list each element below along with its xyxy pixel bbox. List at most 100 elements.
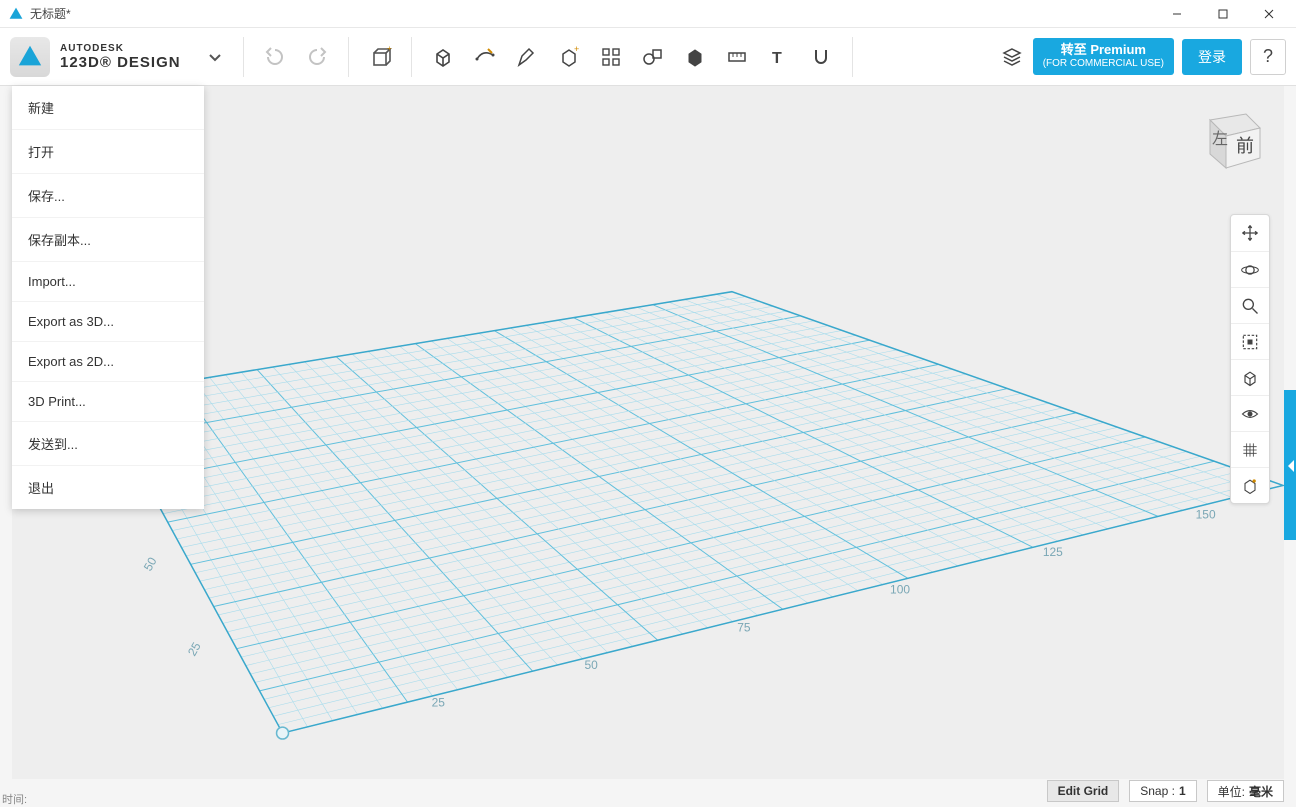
snap-object-icon xyxy=(1240,476,1260,496)
snap-toggle-button[interactable] xyxy=(1231,467,1269,503)
brand-bottom: 123D® DESIGN xyxy=(60,54,181,71)
menu-item-open[interactable]: 打开 xyxy=(12,130,204,174)
svg-text:150: 150 xyxy=(1196,507,1216,521)
svg-text:25: 25 xyxy=(185,640,204,659)
redo-button xyxy=(296,36,338,78)
snap-box[interactable]: Snap : 1 xyxy=(1129,780,1196,802)
materials-button[interactable] xyxy=(991,36,1033,78)
premium-line1: 转至 Premium xyxy=(1043,42,1164,58)
minimize-button[interactable] xyxy=(1154,0,1200,28)
menu-item-export2d[interactable]: Export as 2D... xyxy=(12,342,204,382)
status-bar: Edit Grid Snap : 1 单位: 毫米 xyxy=(12,779,1284,803)
fit-icon xyxy=(1240,332,1260,352)
eye-icon xyxy=(1240,404,1260,424)
svg-text:T: T xyxy=(772,50,782,67)
edit-grid-button[interactable]: Edit Grid xyxy=(1047,780,1120,802)
pan-icon xyxy=(1240,223,1260,243)
sketch-button[interactable] xyxy=(464,36,506,78)
units-label: 单位: xyxy=(1218,783,1245,800)
menu-item-3dprint[interactable]: 3D Print... xyxy=(12,382,204,422)
primitives-button[interactable] xyxy=(422,36,464,78)
svg-text:25: 25 xyxy=(432,696,446,710)
layers-icon xyxy=(1000,45,1024,69)
svg-text:100: 100 xyxy=(890,583,910,597)
construct-button[interactable] xyxy=(506,36,548,78)
logo-icon xyxy=(10,37,50,77)
svg-text:125: 125 xyxy=(1043,545,1063,559)
cube-home-icon xyxy=(1240,368,1260,388)
units-box[interactable]: 单位: 毫米 xyxy=(1207,780,1284,802)
svg-text:50: 50 xyxy=(141,554,160,573)
premium-line2: (FOR COMMERCIAL USE) xyxy=(1043,58,1164,71)
visibility-button[interactable] xyxy=(1231,395,1269,431)
undo-icon xyxy=(263,45,287,69)
footer-note: 时间: xyxy=(2,791,27,807)
brand-top: AUTODESK xyxy=(60,43,181,54)
primitive-icon: + xyxy=(368,45,392,69)
close-button[interactable] xyxy=(1246,0,1292,28)
separator xyxy=(348,37,349,77)
text-icon: T xyxy=(767,45,791,69)
main-toolbar: AUTODESK 123D® DESIGN + + T 转至 Premium (… xyxy=(0,28,1296,86)
snap-button[interactable] xyxy=(800,36,842,78)
sketch-icon xyxy=(473,45,497,69)
navigation-bar xyxy=(1230,214,1270,504)
titlebar: 无标题* xyxy=(0,0,1296,28)
menu-item-savecopy[interactable]: 保存副本... xyxy=(12,218,204,262)
cube-plus-icon: + xyxy=(557,45,581,69)
units-value: 毫米 xyxy=(1249,783,1273,800)
menu-item-new[interactable]: 新建 xyxy=(12,86,204,130)
side-panel-toggle[interactable] xyxy=(1284,390,1296,540)
app-menu-dropdown: 新建 打开 保存... 保存副本... Import... Export as … xyxy=(12,86,204,509)
menu-item-sendto[interactable]: 发送到... xyxy=(12,422,204,466)
combine-button[interactable] xyxy=(674,36,716,78)
separator xyxy=(243,37,244,77)
menu-item-save[interactable]: 保存... xyxy=(12,174,204,218)
chevron-down-icon xyxy=(207,49,223,65)
modify-button[interactable]: + xyxy=(548,36,590,78)
magnet-icon xyxy=(809,45,833,69)
grid-toggle-button[interactable] xyxy=(1231,431,1269,467)
login-button[interactable]: 登录 xyxy=(1182,39,1242,75)
window-controls xyxy=(1154,0,1292,28)
pattern-button[interactable] xyxy=(590,36,632,78)
viewcube-front-label: 前 xyxy=(1236,136,1254,156)
menu-item-import[interactable]: Import... xyxy=(12,262,204,302)
zoom-icon xyxy=(1240,296,1260,316)
pan-button[interactable] xyxy=(1231,215,1269,251)
zoom-button[interactable] xyxy=(1231,287,1269,323)
svg-text:75: 75 xyxy=(737,620,751,634)
redo-icon xyxy=(305,45,329,69)
app-menu-button[interactable] xyxy=(197,28,233,86)
svg-text:+: + xyxy=(574,45,579,54)
help-button[interactable]: ? xyxy=(1250,39,1286,75)
measure-icon xyxy=(641,45,665,69)
grouping-button[interactable] xyxy=(632,36,674,78)
view-cube[interactable]: 左 前 xyxy=(1190,98,1268,176)
pencil-icon xyxy=(515,45,539,69)
maximize-button[interactable] xyxy=(1200,0,1246,28)
svg-text:50: 50 xyxy=(584,658,598,672)
snap-label: Snap : xyxy=(1140,784,1175,798)
app-logo: AUTODESK 123D® DESIGN xyxy=(0,28,197,85)
cube-icon xyxy=(431,45,455,69)
premium-button[interactable]: 转至 Premium (FOR COMMERCIAL USE) xyxy=(1033,38,1174,75)
array-icon xyxy=(599,45,623,69)
undo-button xyxy=(254,36,296,78)
separator xyxy=(852,37,853,77)
svg-text:+: + xyxy=(387,45,392,53)
orbit-button[interactable] xyxy=(1231,251,1269,287)
material-icon xyxy=(683,45,707,69)
transform-primitives-button[interactable]: + xyxy=(359,36,401,78)
text-button[interactable]: T xyxy=(758,36,800,78)
grid-icon xyxy=(1240,440,1260,460)
separator xyxy=(411,37,412,77)
orbit-icon xyxy=(1240,260,1260,280)
fit-button[interactable] xyxy=(1231,323,1269,359)
window-title: 无标题* xyxy=(30,5,1154,22)
measure-button[interactable] xyxy=(716,36,758,78)
viewcube-left-label: 左 xyxy=(1212,130,1228,148)
menu-item-export3d[interactable]: Export as 3D... xyxy=(12,302,204,342)
menu-item-exit[interactable]: 退出 xyxy=(12,466,204,509)
home-view-button[interactable] xyxy=(1231,359,1269,395)
